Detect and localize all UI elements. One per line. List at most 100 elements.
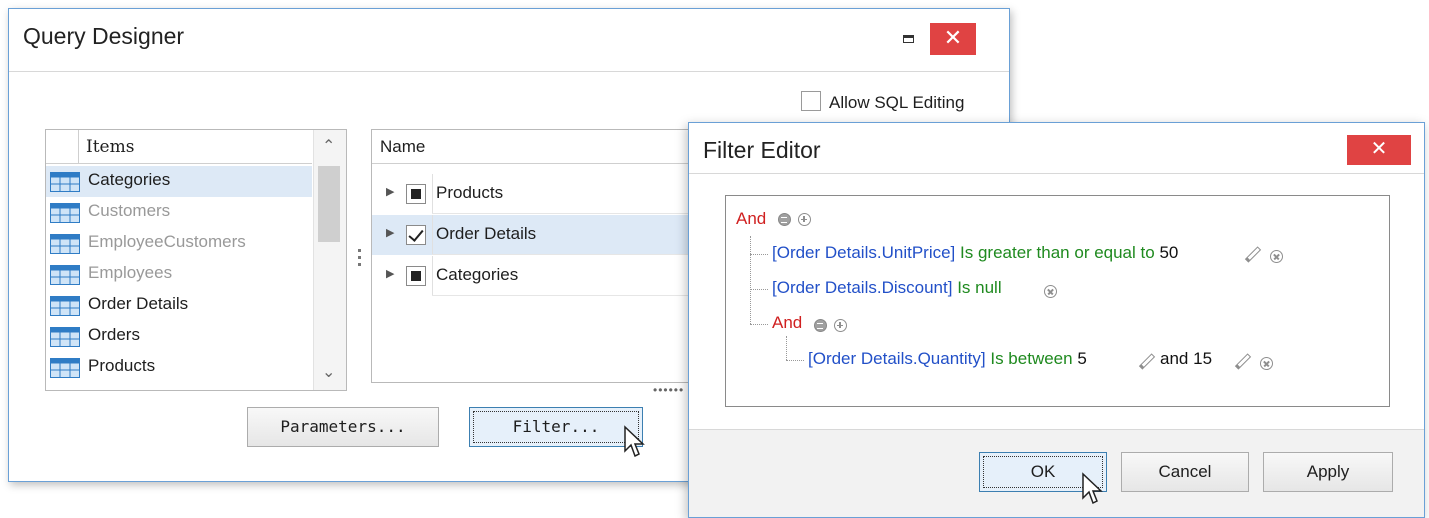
scroll-up-icon[interactable]: ⌃ — [322, 136, 335, 156]
tree-line — [750, 324, 768, 325]
list-item-label: Products — [88, 356, 156, 375]
nested-group-operator[interactable]: And — [772, 313, 802, 333]
expand-icon[interactable]: ▶ — [386, 226, 394, 239]
apply-button[interactable]: Apply — [1263, 452, 1393, 492]
remove-condition-icon[interactable] — [1270, 250, 1283, 263]
title-divider — [9, 71, 1009, 72]
list-item-label: Order Details — [88, 294, 189, 313]
tree-header-label: Name — [380, 137, 426, 156]
tree-row-checkbox[interactable] — [406, 266, 426, 286]
tree-row[interactable]: ▶ Order Details — [372, 215, 701, 255]
resize-grip[interactable]: •••••• — [653, 383, 684, 397]
apply-button-label: Apply — [1306, 462, 1350, 481]
list-item-label: Categories — [88, 170, 171, 189]
filter-editor-window: Filter Editor ✕ And [Order Details.UnitP… — [688, 122, 1425, 518]
list-item[interactable]: Employees — [46, 259, 312, 290]
list-item[interactable]: Products — [46, 352, 312, 383]
edit-value-icon[interactable] — [1138, 353, 1156, 370]
mouse-cursor-icon — [624, 425, 645, 458]
expand-icon[interactable]: ▶ — [386, 185, 394, 198]
list-item[interactable]: Order Details — [46, 290, 312, 321]
table-icon — [50, 358, 80, 378]
row-divider — [432, 254, 701, 255]
close-button[interactable]: ✕ — [930, 23, 976, 55]
tree-header: Name — [372, 130, 701, 164]
tree-row-checkbox[interactable] — [406, 225, 426, 245]
list-item[interactable]: EmployeeCustomers — [46, 228, 312, 259]
condition-1-field[interactable]: [Order Details.UnitPrice] — [772, 243, 955, 262]
tree-row[interactable]: ▶ Categories — [372, 256, 701, 296]
tree-row-checkbox[interactable] — [406, 184, 426, 204]
condition-2-field[interactable]: [Order Details.Discount] — [772, 278, 952, 297]
close-button[interactable]: ✕ — [1347, 135, 1411, 165]
allow-sql-label: Allow SQL Editing — [829, 93, 965, 112]
items-header-cell — [46, 130, 79, 163]
condition-3-field[interactable]: [Order Details.Quantity] — [808, 349, 986, 368]
group-options-icon[interactable] — [778, 213, 791, 226]
tree-row-label: Categories — [436, 265, 519, 284]
filter-button[interactable]: Filter... — [469, 407, 643, 447]
scroll-down-icon[interactable]: ⌄ — [322, 362, 335, 382]
minimize-icon[interactable] — [898, 29, 920, 49]
add-condition-icon[interactable] — [834, 319, 847, 332]
list-item[interactable]: Orders — [46, 321, 312, 352]
filter-tree-panel[interactable]: And [Order Details.UnitPrice] Is greater… — [725, 195, 1390, 407]
list-item-label: Customers — [88, 201, 171, 220]
title-divider — [689, 173, 1424, 174]
group-options-icon[interactable] — [814, 319, 827, 332]
table-icon — [50, 172, 80, 192]
list-item-label: EmployeeCustomers — [88, 232, 246, 251]
root-group-operator[interactable]: And — [736, 209, 766, 229]
close-icon: ✕ — [943, 25, 963, 50]
parameters-button[interactable]: Parameters... — [247, 407, 439, 447]
cancel-button-label: Cancel — [1158, 462, 1212, 481]
splitter-handle[interactable] — [358, 249, 362, 270]
items-header-label: Items — [86, 137, 135, 157]
dialog-footer: OK Cancel Apply — [689, 429, 1424, 517]
row-divider — [432, 295, 701, 296]
mouse-cursor-icon — [1082, 472, 1103, 505]
fields-tree[interactable]: Name ▶ Products ▶ Order Details ▶ Categories — [371, 129, 701, 383]
cancel-button[interactable]: Cancel — [1121, 452, 1249, 492]
parameters-button-label: Parameters... — [280, 417, 406, 436]
allow-sql-checkbox[interactable] — [801, 91, 821, 111]
condition-1-operator[interactable]: Is greater than or equal to — [960, 243, 1155, 262]
condition-3-value-1[interactable]: 5 — [1077, 349, 1086, 368]
tree-line — [750, 289, 768, 290]
close-icon: ✕ — [1370, 138, 1388, 160]
tree-line — [786, 360, 804, 361]
ok-button-label: OK — [1030, 462, 1056, 481]
cell-divider — [432, 256, 433, 296]
items-scrollbar[interactable]: ⌃ ⌄ — [313, 130, 346, 390]
items-header: Items — [46, 130, 312, 164]
condition-2: [Order Details.Discount] Is null — [772, 278, 1002, 298]
add-condition-icon[interactable] — [798, 213, 811, 226]
list-item[interactable]: Customers — [46, 197, 312, 228]
cell-divider — [432, 215, 433, 255]
list-item[interactable]: Categories — [46, 166, 312, 197]
condition-1-value[interactable]: 50 — [1159, 243, 1178, 262]
tree-line — [750, 254, 768, 255]
remove-condition-icon[interactable] — [1044, 285, 1057, 298]
edit-value-icon[interactable] — [1234, 353, 1252, 370]
tree-row-label: Products — [436, 183, 504, 202]
edit-value-icon[interactable] — [1244, 246, 1262, 263]
expand-icon[interactable]: ▶ — [386, 267, 394, 280]
cell-divider — [432, 174, 433, 214]
tree-row[interactable]: ▶ Products — [372, 174, 701, 214]
table-icon — [50, 265, 80, 285]
table-icon — [50, 203, 80, 223]
items-list[interactable]: Items Categories Customers EmployeeCustome… — [45, 129, 347, 391]
window-title: Filter Editor — [703, 137, 821, 163]
tree-line — [786, 336, 787, 360]
remove-condition-icon[interactable] — [1260, 357, 1273, 370]
row-divider — [432, 213, 701, 214]
condition-3-value-2[interactable]: 15 — [1193, 349, 1212, 368]
filter-button-label: Filter... — [512, 417, 600, 436]
list-item-label: Employees — [88, 263, 173, 282]
condition-3-operator[interactable]: Is between — [990, 349, 1072, 368]
table-icon — [50, 327, 80, 347]
and-text: and — [1160, 349, 1189, 368]
scrollbar-thumb[interactable] — [318, 166, 340, 242]
condition-2-operator[interactable]: Is null — [957, 278, 1001, 297]
